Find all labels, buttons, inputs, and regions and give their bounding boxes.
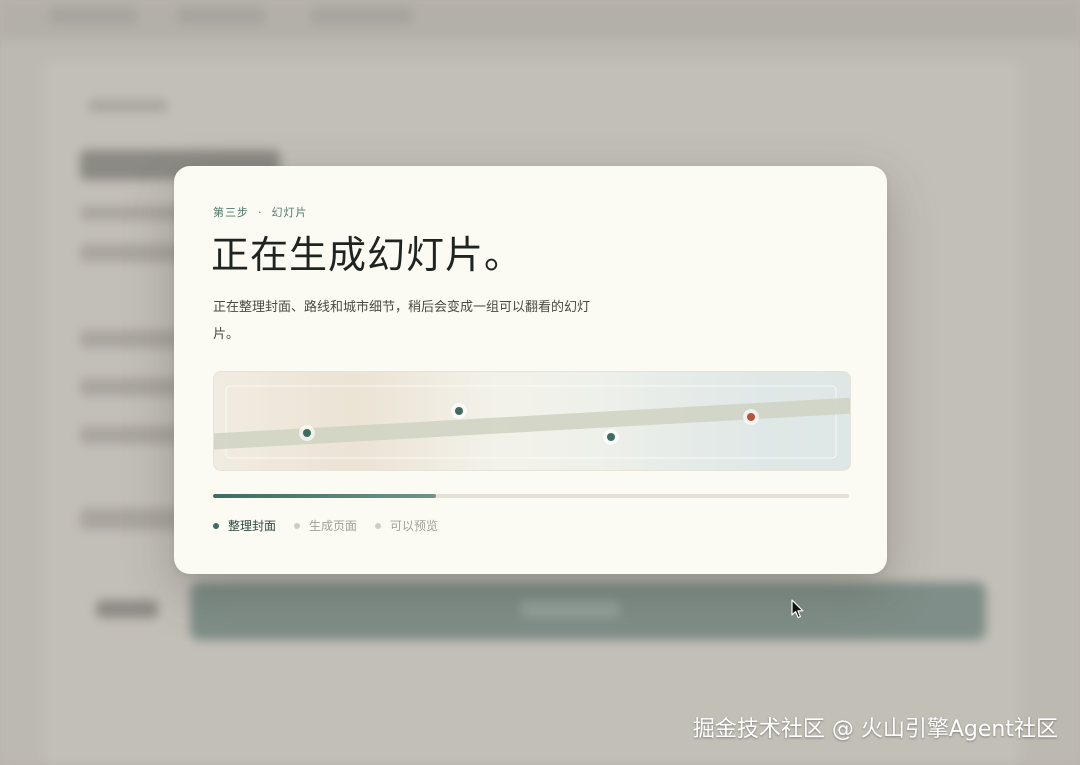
step-separator: · (258, 206, 263, 219)
mouse-pointer-icon (791, 599, 805, 623)
route-stop-dot (303, 429, 311, 437)
stage-ready-preview: 可以预览 (375, 517, 438, 534)
background-list-item (80, 426, 180, 444)
step-indicator: 第三步 · 幻灯片 (213, 204, 308, 220)
step-number: 第三步 (213, 206, 249, 219)
background-nav-item (48, 8, 138, 24)
progress-bar-fill (213, 494, 436, 498)
background-breadcrumb (88, 100, 168, 112)
route-stop-dot (455, 407, 463, 415)
stage-label: 可以预览 (390, 519, 439, 533)
stage-status-dot (213, 522, 219, 529)
watermark-text: 掘金技术社区 @ 火山引擎Agent社区 (692, 717, 1058, 742)
stage-label: 生成页面 (309, 519, 358, 533)
destination-dot (747, 413, 755, 421)
stage-status-dot (294, 522, 301, 529)
background-nav-item (176, 8, 266, 24)
step-name: 幻灯片 (271, 206, 308, 219)
route-stop-dot (607, 433, 615, 441)
background-top-nav (0, 0, 1080, 40)
background-nav-item (310, 8, 414, 24)
generation-dialog: 第三步 · 幻灯片 正在生成幻灯片。 正在整理封面、路线和城市细节，稍后会变成一组可… (174, 166, 887, 574)
background-back-button (96, 600, 158, 618)
background-list-item (80, 330, 180, 348)
dialog-title: 正在生成幻灯片。 (211, 233, 524, 277)
slide-preview-illustration (213, 371, 851, 471)
background-list-item (80, 378, 180, 396)
dialog-description: 正在整理封面、路线和城市细节，稍后会变成一组可以翻看的幻灯片。 (213, 300, 591, 342)
progress-bar (213, 494, 849, 498)
stage-list: 整理封面 生成页面 可以预览 (213, 517, 438, 534)
stage-organize-cover: 整理封面 (213, 517, 276, 534)
stage-generate-pages: 生成页面 (294, 517, 357, 534)
stage-label: 整理封面 (228, 519, 277, 533)
stage-status-dot (375, 522, 382, 529)
background-field (80, 508, 180, 530)
background-primary-button-label (520, 600, 620, 618)
route-illustration (214, 385, 850, 459)
